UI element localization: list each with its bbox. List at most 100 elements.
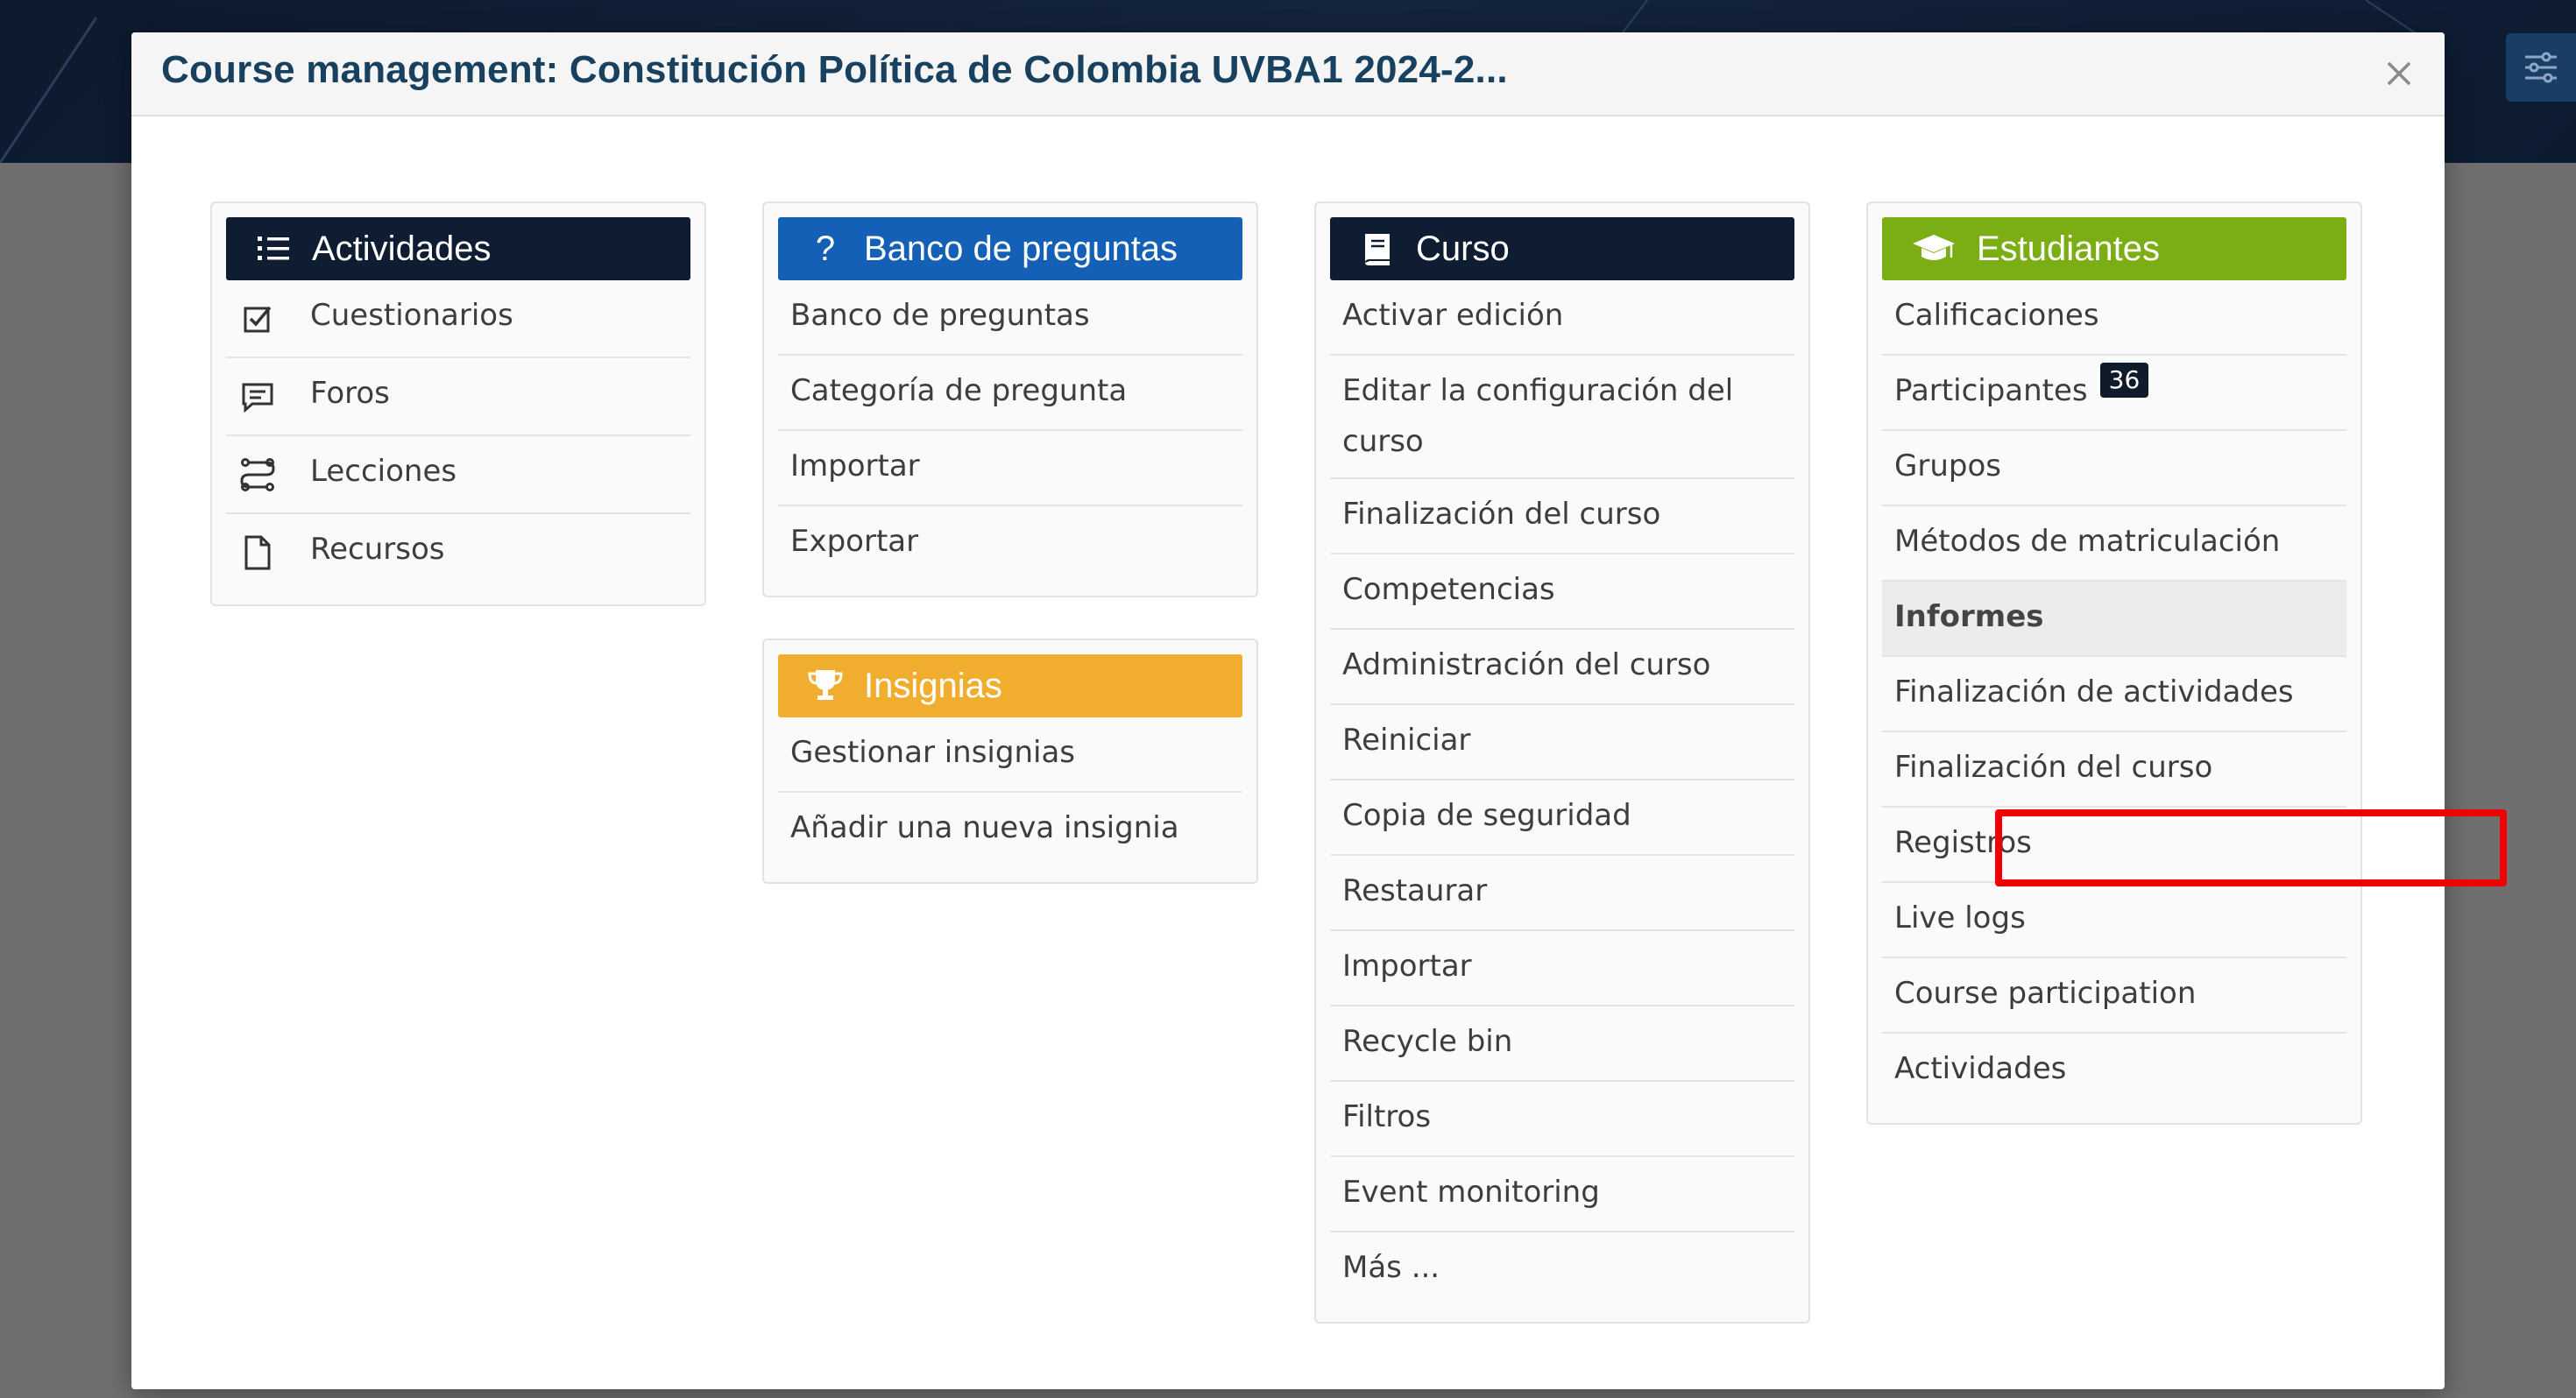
menu-item-informe-finalizacion-curso[interactable]: Finalización del curso bbox=[1882, 732, 2346, 808]
menu-item-participantes[interactable]: Participantes 36 bbox=[1882, 356, 2346, 431]
settings-drawer-button[interactable] bbox=[2506, 33, 2576, 102]
menu-item-importar-preguntas[interactable]: Importar bbox=[778, 431, 1242, 506]
lesson-icon bbox=[238, 455, 277, 494]
menu-item-label: Métodos de matriculación bbox=[1894, 524, 2281, 559]
menu-item-administracion-curso[interactable]: Administración del curso bbox=[1330, 630, 1794, 705]
course-management-modal: Course management: Constitución Política… bbox=[131, 32, 2507, 1389]
menu-item-lecciones[interactable]: Lecciones bbox=[226, 436, 690, 514]
menu-item-gestionar-insignias[interactable]: Gestionar insignias bbox=[778, 717, 1242, 793]
menu-item-importar[interactable]: Importar bbox=[1330, 931, 1794, 1006]
insignias-panel: Insignias Gestionar insignias Añadir una… bbox=[762, 639, 1258, 884]
section-label: Informes bbox=[1894, 599, 2044, 634]
actividades-header-label: Actividades bbox=[312, 229, 492, 268]
menu-item-cuestionarios[interactable]: Cuestionarios bbox=[226, 280, 690, 358]
menu-item-label: Recycle bin bbox=[1342, 1023, 1513, 1059]
menu-item-recursos[interactable]: Recursos bbox=[226, 514, 690, 590]
modal-title: Course management: Constitución Política… bbox=[161, 48, 1508, 91]
curso-header-label: Curso bbox=[1416, 229, 1510, 268]
banco-preguntas-header: ? Banco de preguntas bbox=[778, 217, 1242, 280]
menu-item-label: Finalización de actividades bbox=[1894, 674, 2294, 710]
informes-section-header: Informes bbox=[1882, 582, 2346, 657]
menu-item-live-logs[interactable]: Live logs bbox=[1882, 883, 2346, 958]
menu-item-label: Calificaciones bbox=[1894, 298, 2099, 333]
menu-item-label: Restaurar bbox=[1342, 872, 1488, 908]
menu-item-label: Filtros bbox=[1342, 1098, 1432, 1134]
graduation-cap-icon bbox=[1910, 229, 1957, 268]
menu-item-label: Participantes bbox=[1894, 373, 2088, 408]
participants-count-badge: 36 bbox=[2099, 363, 2149, 398]
menu-item-label: Event monitoring bbox=[1342, 1174, 1600, 1210]
menu-item-label: Finalización del curso bbox=[1894, 750, 2213, 785]
close-icon bbox=[2387, 61, 2411, 86]
menu-item-label: Editar la configuración del curso bbox=[1342, 373, 1734, 459]
menu-item-categoria-pregunta[interactable]: Categoría de pregunta bbox=[778, 356, 1242, 431]
menu-item-foros[interactable]: Foros bbox=[226, 358, 690, 436]
menu-item-label: Finalización del curso bbox=[1342, 496, 1661, 532]
trophy-icon bbox=[806, 667, 845, 705]
estudiantes-header-label: Estudiantes bbox=[1977, 229, 2161, 268]
menu-item-nueva-insignia[interactable]: Añadir una nueva insignia bbox=[778, 793, 1242, 868]
menu-item-exportar-preguntas[interactable]: Exportar bbox=[778, 506, 1242, 582]
actividades-panel: Actividades Cuestionarios Foros Leccione… bbox=[210, 201, 706, 606]
menu-item-label: Más ... bbox=[1342, 1249, 1440, 1285]
menu-item-label: Exportar bbox=[790, 524, 919, 559]
menu-item-label: Añadir una nueva insignia bbox=[790, 810, 1179, 845]
insignias-header: Insignias bbox=[778, 654, 1242, 717]
menu-item-calificaciones[interactable]: Calificaciones bbox=[1882, 280, 2346, 356]
menu-item-label: Lecciones bbox=[310, 454, 457, 489]
menu-item-label: Gestionar insignias bbox=[790, 735, 1076, 770]
menu-item-label: Recursos bbox=[310, 532, 445, 567]
menu-item-editar-configuracion[interactable]: Editar la configuración del curso bbox=[1330, 356, 1794, 479]
banco-preguntas-header-label: Banco de preguntas bbox=[864, 229, 1178, 268]
checkbox-icon bbox=[238, 300, 277, 338]
menu-item-label: Importar bbox=[1342, 948, 1472, 984]
menu-item-grupos[interactable]: Grupos bbox=[1882, 431, 2346, 506]
menu-item-label: Importar bbox=[790, 448, 920, 484]
menu-item-label: Categoría de pregunta bbox=[790, 373, 1128, 408]
menu-item-banco-preguntas[interactable]: Banco de preguntas bbox=[778, 280, 1242, 356]
actividades-header: Actividades bbox=[226, 217, 690, 280]
file-icon bbox=[238, 533, 277, 572]
menu-item-label: Registros bbox=[1894, 825, 2032, 860]
book-icon bbox=[1358, 229, 1397, 268]
estudiantes-header: Estudiantes bbox=[1882, 217, 2346, 280]
menu-item-restaurar[interactable]: Restaurar bbox=[1330, 856, 1794, 931]
menu-item-label: Cuestionarios bbox=[310, 298, 513, 333]
menu-item-label: Competencias bbox=[1342, 571, 1555, 607]
menu-item-copia-seguridad[interactable]: Copia de seguridad bbox=[1330, 780, 1794, 856]
menu-item-mas[interactable]: Más ... bbox=[1330, 1232, 1794, 1308]
close-button[interactable] bbox=[2380, 54, 2418, 93]
list-icon bbox=[254, 229, 293, 268]
menu-item-reiniciar[interactable]: Reiniciar bbox=[1330, 705, 1794, 780]
question-icon: ? bbox=[815, 229, 836, 268]
menu-item-competencias[interactable]: Competencias bbox=[1330, 554, 1794, 630]
menu-item-recycle-bin[interactable]: Recycle bin bbox=[1330, 1006, 1794, 1082]
menu-item-label: Live logs bbox=[1894, 900, 2026, 936]
curso-panel: Curso Activar edición Editar la configur… bbox=[1314, 201, 1810, 1324]
menu-item-finalizacion-actividades[interactable]: Finalización de actividades bbox=[1882, 657, 2346, 732]
menu-item-label: Copia de seguridad bbox=[1342, 797, 1631, 833]
menu-item-filtros[interactable]: Filtros bbox=[1330, 1082, 1794, 1157]
menu-item-label: Administración del curso bbox=[1342, 646, 1711, 682]
modal-header: Course management: Constitución Política… bbox=[131, 32, 2445, 116]
curso-header: Curso bbox=[1330, 217, 1794, 280]
menu-item-event-monitoring[interactable]: Event monitoring bbox=[1330, 1157, 1794, 1232]
sliders-icon bbox=[2525, 52, 2557, 83]
menu-item-activar-edicion[interactable]: Activar edición bbox=[1330, 280, 1794, 356]
menu-item-label: Reiniciar bbox=[1342, 722, 1471, 758]
insignias-header-label: Insignias bbox=[864, 666, 1002, 705]
menu-item-finalizacion-curso[interactable]: Finalización del curso bbox=[1330, 479, 1794, 554]
menu-item-label: Activar edición bbox=[1342, 298, 1564, 333]
estudiantes-panel: Estudiantes Calificaciones Participantes… bbox=[1866, 201, 2362, 1125]
menu-item-label: Banco de preguntas bbox=[790, 298, 1090, 333]
menu-item-course-participation[interactable]: Course participation bbox=[1882, 958, 2346, 1034]
menu-item-metodos-matriculacion[interactable]: Métodos de matriculación bbox=[1882, 506, 2346, 582]
menu-item-registros[interactable]: Registros bbox=[1882, 808, 2346, 883]
menu-item-label: Grupos bbox=[1894, 448, 2001, 484]
menu-item-informe-actividades[interactable]: Actividades bbox=[1882, 1034, 2346, 1109]
menu-item-label: Course participation bbox=[1894, 976, 2197, 1011]
forum-icon bbox=[238, 378, 277, 416]
banco-preguntas-panel: ? Banco de preguntas Banco de preguntas … bbox=[762, 201, 1258, 597]
menu-item-label: Foros bbox=[310, 376, 390, 411]
menu-item-label: Actividades bbox=[1894, 1051, 2067, 1086]
